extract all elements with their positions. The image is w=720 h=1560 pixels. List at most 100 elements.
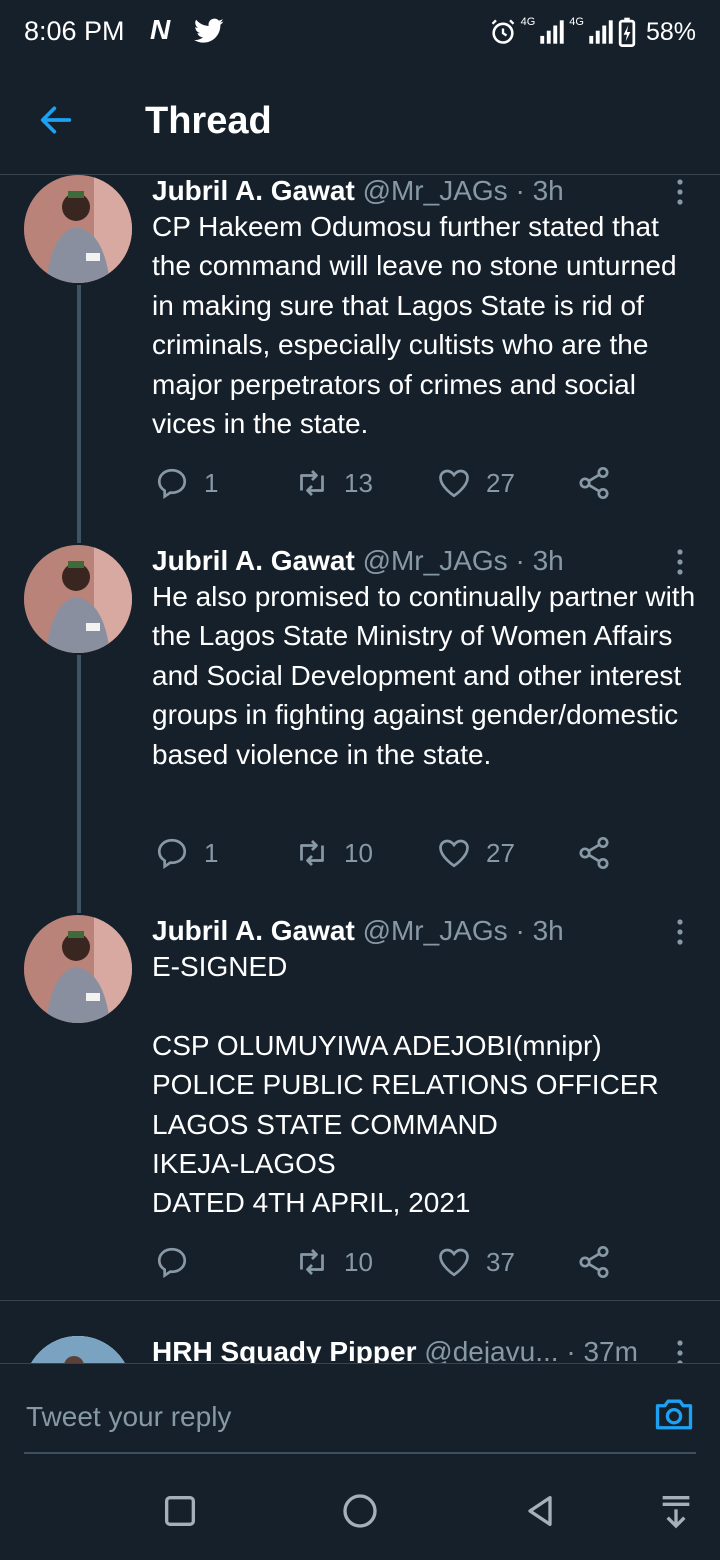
tweet[interactable]: Jubril A. Gawat @Mr_JAGs · 3h CP Hakeem … [0, 175, 720, 535]
tweet-header: Jubril A. Gawat @Mr_JAGs · 3h [152, 915, 660, 947]
avatar-image [24, 915, 132, 1023]
avatar[interactable] [24, 175, 132, 283]
signal-icon-1 [540, 20, 564, 44]
like-button[interactable]: 27 [436, 833, 515, 873]
alarm-icon [491, 19, 514, 44]
author-handle[interactable]: @dejavu... [424, 1336, 558, 1363]
tweet-time: 37m [583, 1336, 638, 1363]
network-type-1: 4G [520, 16, 536, 28]
reply-count: 1 [204, 467, 219, 498]
like-button[interactable]: 27 [436, 463, 515, 503]
separator-dot: · [507, 915, 533, 946]
battery-percent: 58% [645, 17, 696, 46]
retweet-count: 10 [344, 837, 373, 868]
tweet[interactable]: Jubril A. Gawat @Mr_JAGs · 3h He also pr… [0, 545, 720, 905]
separator-dot: · [507, 175, 533, 206]
like-icon [439, 469, 469, 498]
tweet-header: Jubril A. Gawat @Mr_JAGs · 3h [152, 175, 660, 207]
reply-icon [157, 838, 187, 870]
status-right: 4G 4G 58% [489, 14, 696, 50]
author-name[interactable]: Jubril A. Gawat [152, 915, 355, 946]
more-vertical-icon[interactable] [670, 177, 690, 207]
retweet-button[interactable]: 10 [294, 1242, 373, 1282]
avatar[interactable] [24, 1336, 132, 1363]
author-name[interactable]: Jubril A. Gawat [152, 175, 355, 206]
twitter-bird-icon [194, 18, 224, 43]
tweet[interactable]: HRH Squady Pipper @dejavu... · 37m [0, 1336, 720, 1363]
like-button[interactable]: 37 [436, 1242, 515, 1282]
tweet-header: HRH Squady Pipper @dejavu... · 37m [152, 1336, 660, 1363]
home-icon[interactable] [340, 1491, 380, 1531]
tweet-text: E-SIGNED CSP OLUMUYIWA ADEJOBI(mnipr) PO… [152, 951, 659, 1219]
like-icon [439, 839, 469, 868]
thread-header: Thread [0, 66, 720, 175]
tweet-actions: 1 10 27 [152, 833, 632, 873]
author-name[interactable]: Jubril A. Gawat [152, 545, 355, 576]
author-name[interactable]: HRH Squady Pipper [152, 1336, 416, 1363]
author-handle[interactable]: @Mr_JAGs [363, 175, 508, 206]
reply-bar [0, 1363, 720, 1464]
more-vertical-icon[interactable] [670, 1338, 690, 1363]
tweet-time: 3h [532, 545, 564, 576]
avatar[interactable] [24, 545, 132, 653]
more-vertical-icon[interactable] [670, 917, 690, 947]
author-handle[interactable]: @Mr_JAGs [363, 915, 508, 946]
share-button[interactable] [576, 463, 612, 503]
avatar[interactable] [24, 915, 132, 1023]
share-icon [579, 1245, 609, 1279]
reply-count: 1 [204, 837, 219, 868]
retweet-button[interactable]: 10 [294, 833, 373, 873]
separator-dot: · [507, 545, 533, 576]
reply-button[interactable] [154, 1242, 204, 1282]
reply-input[interactable] [24, 1394, 628, 1440]
share-icon [579, 836, 609, 870]
network-type-2: 4G [569, 16, 584, 28]
share-button[interactable] [576, 833, 612, 873]
avatar-image [24, 1336, 132, 1363]
tweet-header: Jubril A. Gawat @Mr_JAGs · 3h [152, 545, 660, 577]
tweet-divider [0, 1300, 720, 1301]
reply-button[interactable]: 1 [154, 833, 218, 873]
like-icon [439, 1248, 469, 1277]
tweet-time: 3h [532, 915, 564, 946]
reply-icon [157, 468, 187, 500]
notification-n-icon: N [150, 14, 171, 45]
thread-list: Jubril A. Gawat @Mr_JAGs · 3h CP Hakeem … [0, 175, 720, 1363]
author-handle[interactable]: @Mr_JAGs [363, 545, 508, 576]
retweet-icon [300, 470, 324, 496]
camera-icon[interactable] [652, 1392, 696, 1436]
avatar-image [24, 545, 132, 653]
retweet-icon [300, 840, 324, 866]
retweet-button[interactable]: 13 [294, 463, 373, 503]
tweet-actions: 10 37 [152, 1242, 632, 1282]
system-nav-bar [0, 1463, 720, 1560]
notification-pull-icon[interactable] [656, 1491, 696, 1531]
share-button[interactable] [576, 1242, 612, 1282]
tweet-text: He also promised to continually partner … [152, 581, 696, 770]
signal-icon-2 [589, 20, 613, 44]
tweet-text: CP Hakeem Odumosu further stated that th… [152, 211, 677, 440]
reply-icon [157, 1247, 187, 1279]
tweet[interactable]: Jubril A. Gawat @Mr_JAGs · 3h E-SIGNED C… [0, 915, 720, 1295]
status-bar: 8:06 PM N 4G 4G 58% [0, 0, 720, 66]
status-time: 8:06 PM [24, 16, 125, 46]
tweet-time: 3h [532, 175, 564, 206]
more-vertical-icon[interactable] [670, 547, 690, 577]
retweet-icon [300, 1249, 324, 1275]
page-title: Thread [145, 100, 272, 142]
reply-button[interactable]: 1 [154, 463, 218, 503]
avatar-image [24, 175, 132, 283]
recents-icon[interactable] [160, 1491, 200, 1531]
reply-underline [24, 1452, 696, 1454]
back-arrow-icon[interactable] [36, 100, 76, 140]
separator-dot: · [558, 1336, 584, 1363]
tweet-actions: 1 13 27 [152, 463, 632, 503]
share-icon [579, 466, 609, 500]
battery-charging-icon [618, 17, 636, 47]
retweet-count: 13 [344, 467, 373, 498]
like-count: 27 [486, 467, 515, 498]
back-icon[interactable] [520, 1491, 560, 1531]
like-count: 37 [486, 1246, 515, 1277]
like-count: 27 [486, 837, 515, 868]
retweet-count: 10 [344, 1246, 373, 1277]
